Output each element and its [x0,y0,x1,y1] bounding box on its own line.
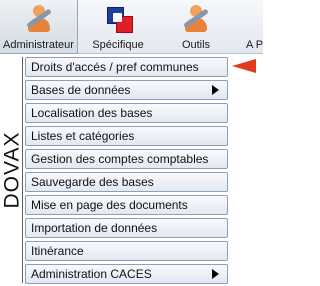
menu-item-importation-donnees[interactable]: Importation de données [25,218,228,238]
more-tab-label: A P [246,39,264,51]
ribbon-toolbar: Administrateur Spécifique Outils A P [0,0,263,54]
menu-item-sauvegarde-bases[interactable]: Sauvegarde des bases [25,172,228,192]
dovax-label: DOVAX [0,131,24,209]
red-arrow-pointer-icon [232,59,256,73]
administrateur-label: Administrateur [3,39,74,51]
outils-button[interactable]: Outils [170,0,222,54]
menu-item-bases-de-donnees[interactable]: Bases de données [25,80,228,100]
menu-item-label: Bases de données [31,83,131,97]
side-panel-label: DOVAX [0,57,24,283]
menu-item-listes-categories[interactable]: Listes et catégories [25,126,228,146]
menu-item-label: Gestion des comptes comptables [31,152,209,166]
menu-item-administration-caces[interactable]: Administration CACES [25,264,228,284]
outils-label: Outils [181,39,211,51]
submenu-arrow-icon [212,85,219,95]
specific-icon [101,3,135,37]
specifique-button[interactable]: Spécifique [88,0,148,54]
menu-item-label: Importation de données [31,221,158,235]
menu-item-droits-acces[interactable]: Droits d'accés / pref communes [25,57,228,77]
menu-item-label: Listes et catégories [31,129,135,143]
menu-item-label: Administration CACES [31,267,152,281]
menu-item-label: Localisation des bases [31,106,153,120]
menu-item-mise-en-page[interactable]: Mise en page des documents [25,195,228,215]
menu-item-comptes-comptables[interactable]: Gestion des comptes comptables [25,149,228,169]
submenu-arrow-icon [212,269,219,279]
specifique-label: Spécifique [92,39,144,51]
menu-item-itinerance[interactable]: Itinérance [25,241,228,261]
admin-icon [22,3,56,37]
menu-item-label: Mise en page des documents [31,198,188,212]
menu-item-label: Droits d'accés / pref communes [31,60,199,74]
menu-item-label: Sauvegarde des bases [31,175,154,189]
tools-icon [179,3,213,37]
menu-item-localisation-bases[interactable]: Localisation des bases [25,103,228,123]
administrateur-button[interactable]: Administrateur [0,0,78,54]
more-tab-button[interactable]: A P [246,0,270,54]
menu-item-label: Itinérance [31,244,84,258]
